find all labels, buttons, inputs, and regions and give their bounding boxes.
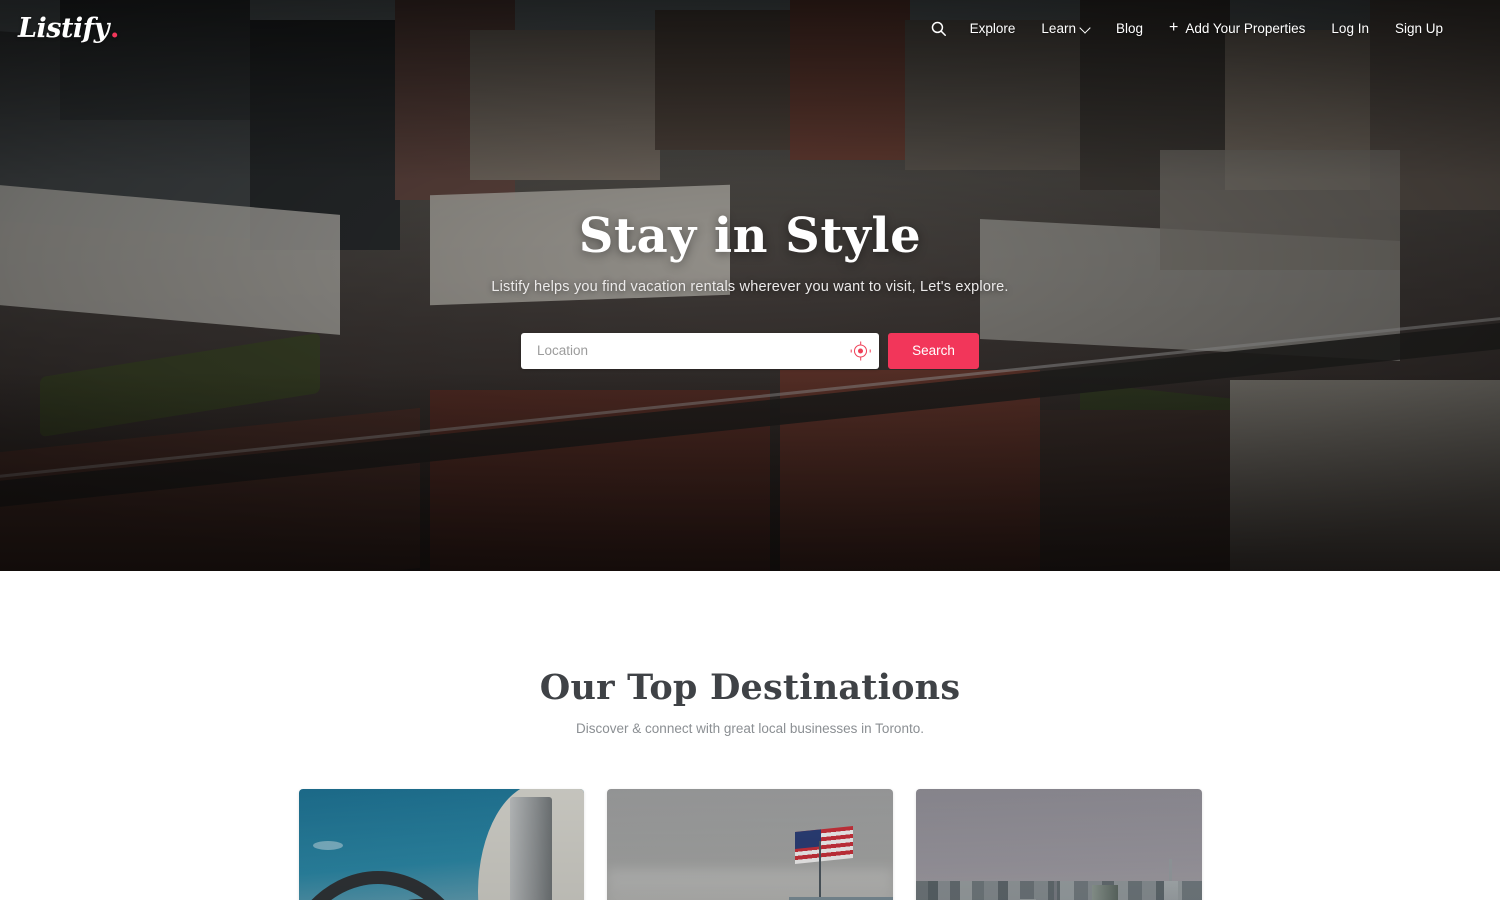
nav-item-explore[interactable]: Explore xyxy=(957,15,1029,42)
search-icon[interactable] xyxy=(920,14,957,43)
nav-item-sign-up[interactable]: Sign Up xyxy=(1382,15,1456,42)
nav-item-label: Add Your Properties xyxy=(1185,20,1306,36)
nav-item-learn[interactable]: Learn xyxy=(1028,15,1103,42)
logo-text: Listify xyxy=(18,12,109,44)
chevron-down-icon xyxy=(1081,24,1090,33)
nav-item-blog[interactable]: Blog xyxy=(1103,15,1156,42)
section-title: Our Top Destinations xyxy=(539,667,961,708)
hero-section: Listify. Explore Learn Blog + Add Your P… xyxy=(0,0,1500,571)
search-input[interactable] xyxy=(521,332,879,369)
nav-item-label: Log In xyxy=(1331,20,1369,36)
card-overlay xyxy=(607,789,893,900)
nav-item-label: Blog xyxy=(1115,20,1143,36)
card-overlay xyxy=(298,789,585,900)
search-button[interactable]: Search xyxy=(888,332,979,369)
nav-item-label: Learn xyxy=(1041,20,1076,36)
hero-search-bar: Search xyxy=(521,332,979,369)
hero-content: Stay in Style Listify helps you find vac… xyxy=(0,0,1500,571)
nav-item-log-in[interactable]: Log In xyxy=(1318,15,1382,42)
hero-subtitle: Listify helps you find vacation rentals … xyxy=(491,278,1009,295)
geolocation-crosshair-icon[interactable] xyxy=(854,344,867,358)
destination-card-santa-monica[interactable]: Santa Monica xyxy=(607,789,893,900)
nav-item-add-your-properties[interactable]: + Add Your Properties xyxy=(1156,14,1318,42)
hero-title: Stay in Style xyxy=(578,208,922,264)
card-overlay xyxy=(915,789,1202,900)
nav-item-label: Sign Up xyxy=(1394,20,1443,36)
destination-card-toronto[interactable]: Toronto xyxy=(298,789,585,900)
section-subtitle: Discover & connect with great local busi… xyxy=(576,721,924,736)
destination-card-new-york-city[interactable]: New York City xyxy=(915,789,1202,900)
site-logo[interactable]: Listify. xyxy=(18,15,119,42)
nav-links: Explore Learn Blog + Add Your Properties… xyxy=(920,14,1456,43)
nav-item-label: Explore xyxy=(969,20,1016,36)
top-destinations-section: Our Top Destinations Discover & connect … xyxy=(0,571,1500,900)
destination-cards: Toronto Santa Monica xyxy=(298,789,1202,900)
location-search-field[interactable] xyxy=(521,332,879,369)
top-navigation: Listify. Explore Learn Blog + Add Your P… xyxy=(0,0,1500,56)
logo-dot: . xyxy=(109,12,119,44)
plus-icon: + xyxy=(1168,19,1179,36)
